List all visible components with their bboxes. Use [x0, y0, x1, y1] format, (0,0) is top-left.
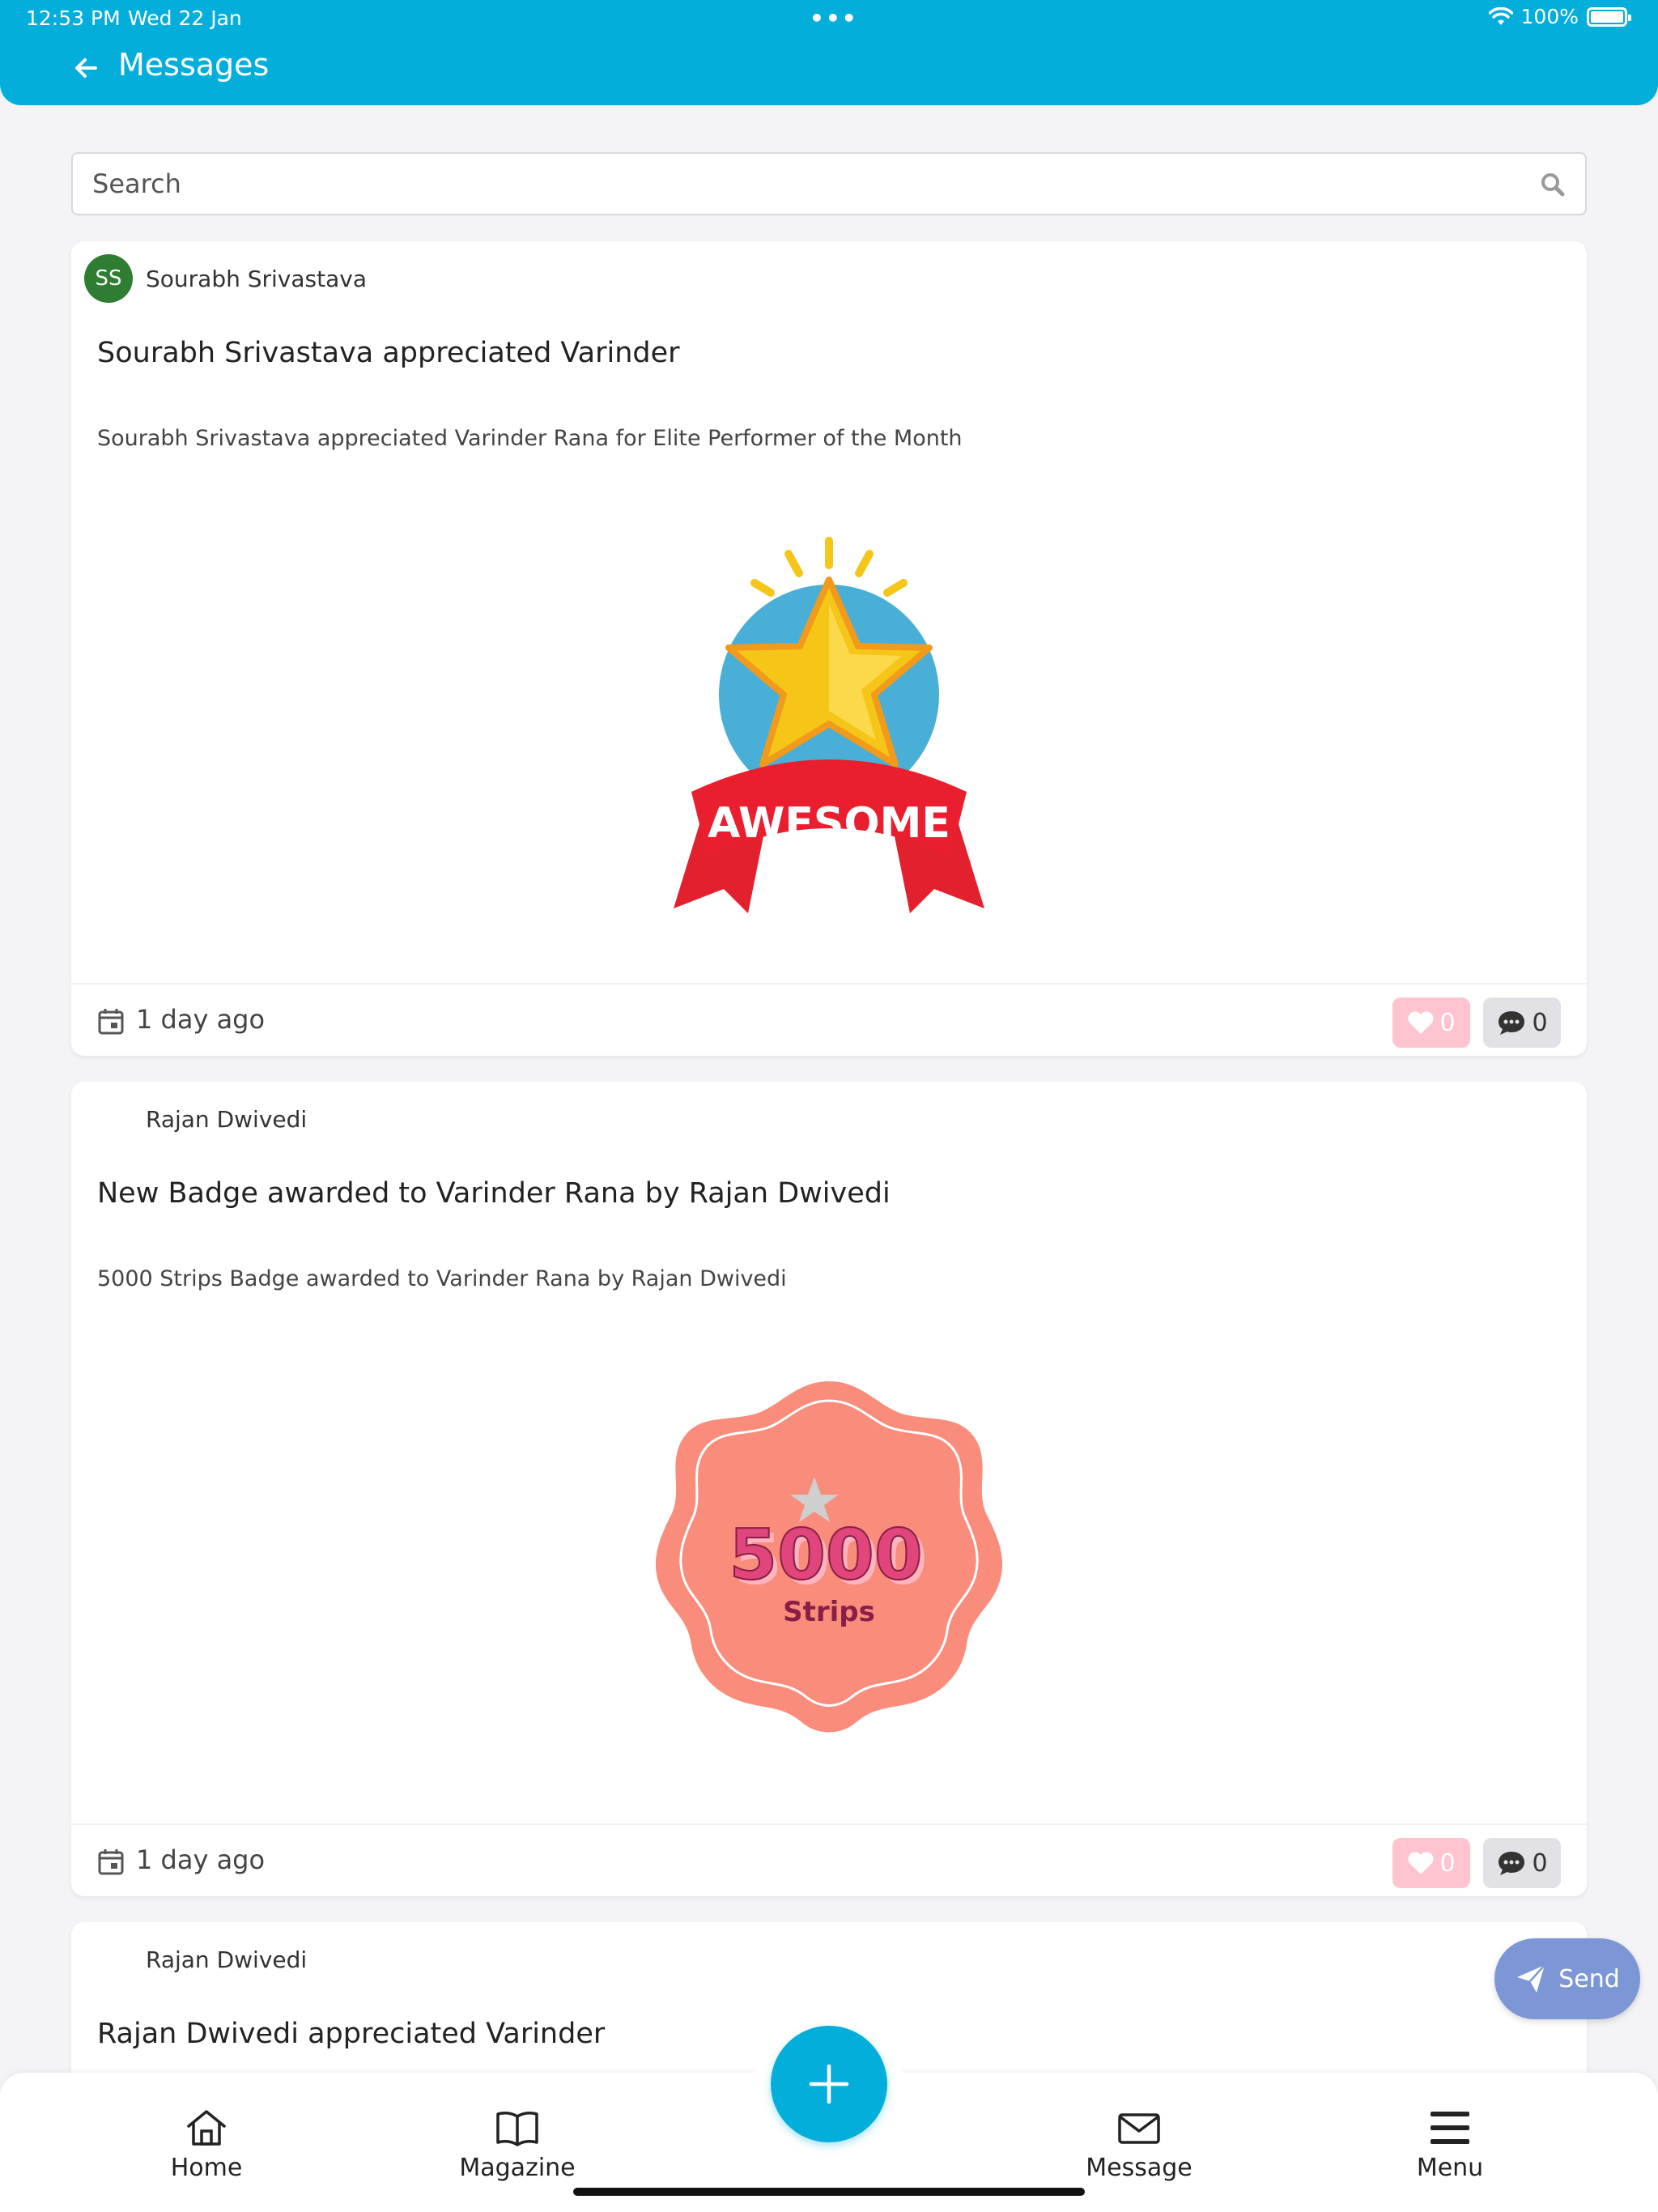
comment-icon [1499, 1011, 1525, 1035]
post-author: Rajan Dwivedi [146, 1106, 308, 1133]
plus-icon [809, 2064, 849, 2104]
calendar-icon [98, 1009, 124, 1035]
envelope-icon [1118, 2113, 1160, 2144]
search-bar [71, 152, 1587, 215]
multitasking-dots[interactable]: ••• [810, 5, 858, 32]
send-button[interactable]: Send [1494, 1938, 1640, 2019]
battery-percent: 100% [1520, 5, 1579, 28]
back-arrow-icon[interactable] [71, 53, 100, 83]
nav-message[interactable]: Message [1058, 2105, 1220, 2182]
wifi-icon [1488, 6, 1513, 25]
app-header: 12:53 PM Wed 22 Jan ••• 100% Messages [0, 0, 1658, 105]
5000-strips-badge-image: 5000 5000 Strips [655, 1381, 1003, 1733]
paper-plane-icon [1517, 1964, 1546, 1993]
post-title: New Badge awarded to Varinder Rana by Ra… [97, 1177, 891, 1210]
post-title: Rajan Dwivedi appreciated Varinder [97, 2018, 606, 2050]
battery-icon [1587, 6, 1631, 27]
comment-icon [1499, 1852, 1525, 1875]
send-label: Send [1558, 1964, 1620, 1993]
status-indicators: 100% [1488, 5, 1631, 28]
post-card[interactable]: SS Sourabh Srivastava Sourabh Srivastava… [71, 241, 1587, 1056]
calendar-icon [98, 1849, 124, 1875]
heart-icon [1408, 1852, 1435, 1874]
comment-count: 0 [1532, 1848, 1548, 1878]
avatar: SS [84, 254, 133, 303]
like-count: 0 [1439, 1848, 1456, 1878]
nav-home[interactable]: Home [125, 2105, 287, 2182]
comment-button[interactable]: 0 [1483, 998, 1561, 1048]
post-author: Sourabh Srivastava [146, 266, 367, 292]
nav-menu-label: Menu [1416, 2154, 1484, 2182]
like-count: 0 [1439, 1008, 1456, 1037]
post-author: Rajan Dwivedi [146, 1946, 308, 1973]
awesome-badge-image: AWESOME [674, 537, 984, 913]
post-footer: 1 day ago 0 0 [71, 1823, 1587, 1896]
search-input[interactable] [73, 154, 1585, 214]
post-timestamp: 1 day ago [136, 1004, 266, 1035]
post-description: 5000 Strips Badge awarded to Varinder Ra… [97, 1266, 787, 1291]
nav-menu[interactable]: Menu [1369, 2105, 1531, 2182]
search-icon[interactable] [1540, 172, 1566, 198]
page-title: Messages [118, 47, 270, 83]
badge-label: Strips [783, 1596, 875, 1628]
home-indicator[interactable] [573, 2188, 1085, 2196]
nav-home-label: Home [170, 2154, 243, 2182]
post-card[interactable]: Rajan Dwivedi New Badge awarded to Varin… [71, 1082, 1587, 1896]
comment-button[interactable]: 0 [1483, 1838, 1561, 1888]
post-timestamp: 1 day ago [136, 1844, 266, 1875]
home-icon [187, 2110, 226, 2146]
nav-message-label: Message [1086, 2154, 1192, 2182]
post-title: Sourabh Srivastava appreciated Varinder [97, 337, 680, 369]
add-post-button[interactable] [771, 2026, 887, 2142]
book-open-icon [496, 2112, 538, 2146]
comment-count: 0 [1532, 1008, 1548, 1037]
badge-number: 5000 [729, 1515, 922, 1596]
post-footer: 1 day ago 0 0 [71, 983, 1587, 1056]
hamburger-menu-icon [1431, 2112, 1469, 2144]
like-button[interactable]: 0 [1392, 998, 1470, 1048]
status-time: 12:53 PM [26, 6, 121, 30]
heart-icon [1408, 1011, 1435, 1034]
badge-text: AWESOME [708, 799, 950, 848]
status-date: Wed 22 Jan [128, 6, 242, 30]
nav-magazine[interactable]: Magazine [436, 2105, 598, 2182]
like-button[interactable]: 0 [1392, 1838, 1470, 1888]
nav-magazine-label: Magazine [459, 2154, 576, 2182]
post-description: Sourabh Srivastava appreciated Varinder … [97, 426, 963, 451]
